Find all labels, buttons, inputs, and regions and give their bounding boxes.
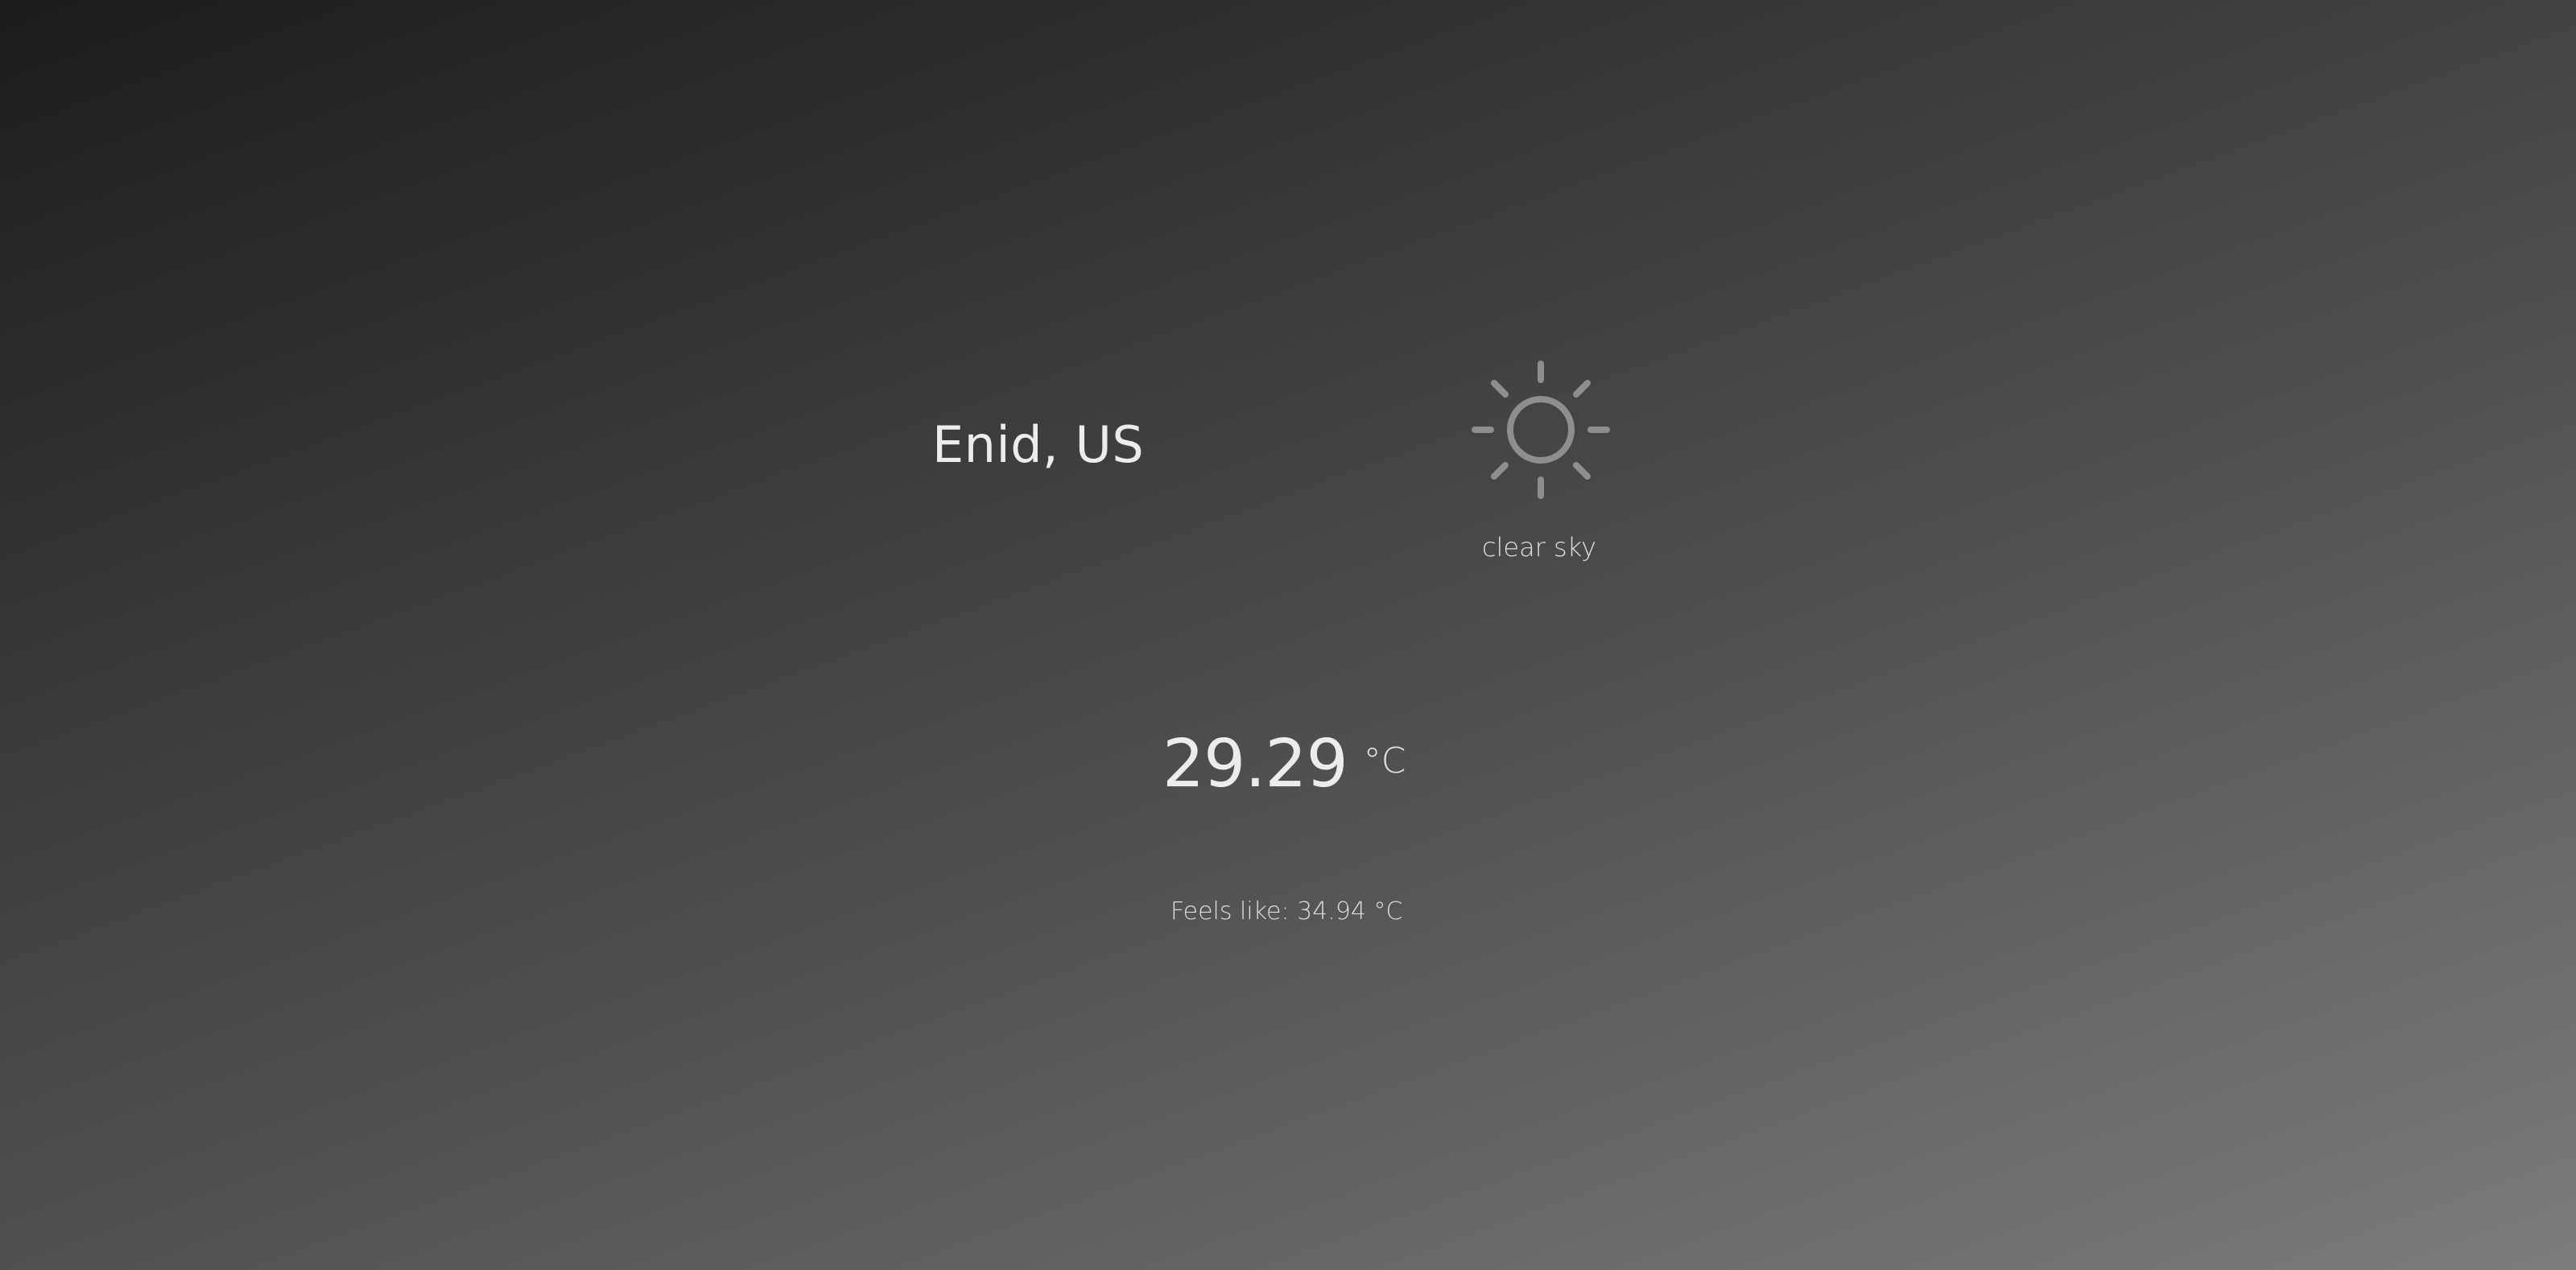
sun-icon [1470,359,1612,501]
feels-like-temperature: Feels like: 34.94 °C [1170,897,1403,926]
city-name: Enid, US [932,415,1145,474]
temperature-display: 29.29 °C [1162,716,1406,813]
weather-app: Enid, US clear sky 29.29 °C Feels like: 3… [0,0,2576,1270]
weather-condition: clear sky [1481,532,1597,563]
temperature-unit: °C [1363,740,1406,781]
temperature-value: 29.29 [1162,726,1348,802]
